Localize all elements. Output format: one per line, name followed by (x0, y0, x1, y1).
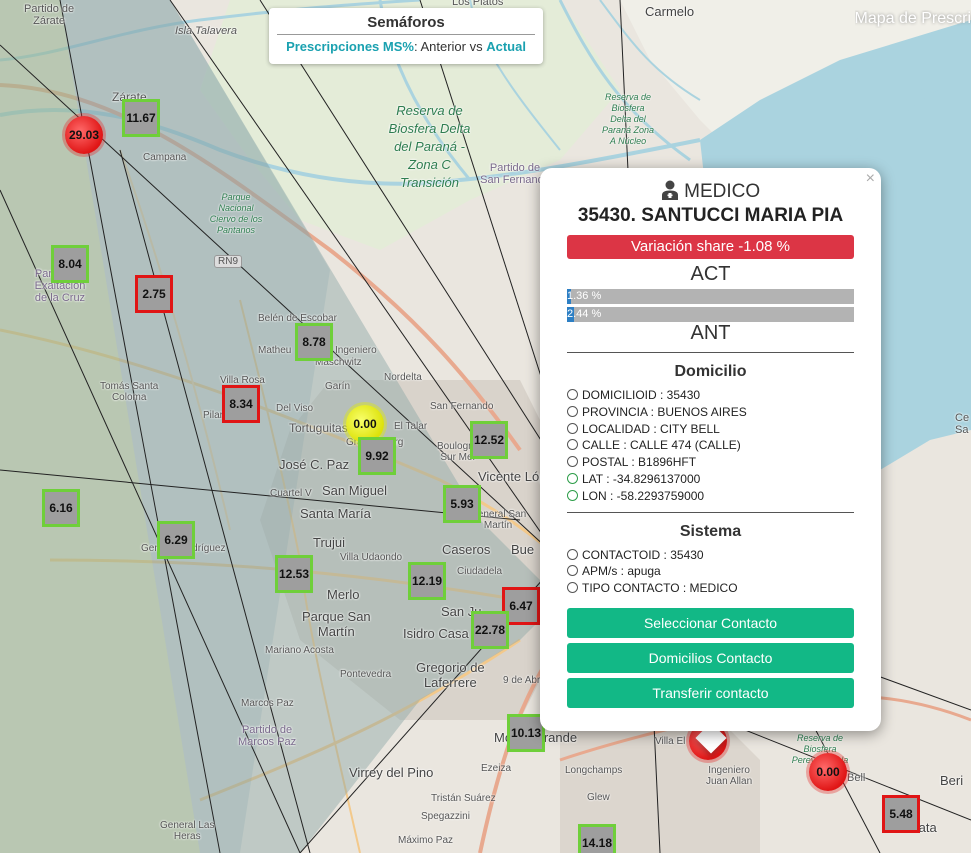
radio-icon[interactable] (567, 405, 578, 417)
sistema-item-text: CONTACTOID : 35430 (582, 547, 704, 562)
divider (567, 511, 854, 513)
sistema-item[interactable]: APM/s : apuga (567, 563, 854, 580)
map-marker[interactable]: 8.34 (222, 385, 260, 423)
map-marker[interactable]: 12.53 (275, 555, 313, 593)
variation-badge: Variación share -1.08 % (567, 235, 854, 259)
ant-label: ANT (690, 322, 731, 344)
map-marker[interactable]: 8.04 (51, 245, 89, 283)
legend-separator: : Anterior vs (413, 39, 487, 54)
sistema-list: CONTACTOID : 35430 APM/s : apuga TIPO CO… (567, 547, 854, 597)
popup-role-text: MEDICO (684, 181, 761, 202)
radio-icon[interactable] (567, 565, 578, 577)
divider (567, 352, 854, 353)
transfer-contact-button[interactable]: Transferir contacto (567, 677, 854, 708)
legend-current: Actual (486, 39, 526, 54)
domicilio-item-text: LOCALIDAD : CITY BELL (582, 421, 720, 436)
domicilio-item-text: DOMICILIOID : 35430 (582, 388, 701, 402)
legend-title: Semáforos (277, 14, 535, 35)
map-marker[interactable]: 12.52 (470, 421, 508, 459)
act-progress-bar: 1.36 % (567, 289, 854, 304)
map-marker[interactable]: 9.92 (358, 437, 396, 475)
radio-icon[interactable] (567, 422, 578, 434)
map-marker[interactable]: 2.75 (135, 275, 173, 313)
map-marker[interactable]: 12.19 (408, 562, 446, 600)
domicilio-item[interactable]: LOCALIDAD : CITY BELL (567, 421, 854, 438)
act-label: ACT (690, 263, 731, 285)
map-marker[interactable]: 5.48 (882, 795, 920, 833)
map-marker[interactable]: 29.03 (65, 116, 103, 154)
legend-metric: Prescripciones MS% (286, 39, 414, 54)
semaforos-legend: Semáforos Prescripciones MS%: Anterior v… (269, 8, 543, 64)
domicilio-item[interactable]: LAT : -34.8296137000 (567, 471, 854, 488)
act-progress-text: 1.36 % (567, 290, 602, 302)
domicilio-item-text: LON : -58.2293759000 (582, 488, 705, 503)
domicilio-title: Domicilio (674, 363, 747, 380)
radio-icon[interactable] (567, 456, 578, 468)
radio-icon[interactable] (567, 389, 578, 400)
domicilio-item-text: POSTAL : B1896HFT (582, 455, 697, 470)
domicilio-item-text: LAT : -34.8296137000 (582, 471, 701, 486)
domicilio-item-text: PROVINCIA : BUENOS AIRES (582, 404, 747, 419)
radio-icon[interactable] (567, 582, 578, 594)
sistema-item[interactable]: TIPO CONTACTO : MEDICO (567, 580, 854, 597)
map-marker[interactable]: 14.18 (578, 824, 616, 853)
map-marker[interactable]: 22.78 (471, 611, 509, 649)
map-marker[interactable]: 5.93 (443, 485, 481, 523)
map-title-overlay: Mapa de Prescri (854, 10, 971, 27)
ant-progress-text: 2.44 % (567, 308, 602, 320)
popup-role: MEDICO (567, 180, 854, 203)
sistema-item-text: APM/s : apuga (582, 564, 661, 579)
domicilio-item[interactable]: CALLE : CALLE 474 (CALLE) (567, 437, 854, 454)
doctor-icon (661, 180, 678, 200)
map-marker[interactable]: 6.29 (157, 521, 195, 559)
map-marker[interactable]: 6.16 (42, 489, 80, 527)
sistema-title: Sistema (679, 522, 742, 540)
ant-progress-bar: 2.44 % (567, 307, 854, 322)
map-marker[interactable]: 8.78 (295, 323, 333, 361)
radio-icon[interactable] (567, 439, 578, 451)
select-contact-button[interactable]: Seleccionar Contacto (567, 607, 854, 638)
domicilio-item[interactable]: LON : -58.2293759000 (567, 488, 854, 505)
contact-popup: × MEDICO 35430. SANTUCCI MARIA PIA Varia… (540, 168, 881, 731)
popup-contact-name: 35430. SANTUCCI MARIA PIA (577, 205, 844, 226)
domicilio-list: DOMICILIOID : 35430 PROVINCIA : BUENOS A… (567, 387, 854, 505)
map-marker[interactable]: 0.00 (809, 753, 847, 791)
domicilio-item-text: CALLE : CALLE 474 (CALLE) (582, 438, 741, 453)
radio-icon[interactable] (567, 472, 578, 484)
radio-icon[interactable] (567, 489, 578, 501)
radio-icon[interactable] (567, 548, 578, 560)
domicilio-item[interactable]: DOMICILIOID : 35430 (567, 387, 854, 404)
contact-addresses-button[interactable]: Domicilios Contacto (567, 642, 854, 673)
domicilio-item[interactable]: PROVINCIA : BUENOS AIRES (567, 404, 854, 421)
legend-description: Prescripciones MS%: Anterior vs Actual (277, 39, 535, 54)
domicilio-item[interactable]: POSTAL : B1896HFT (567, 454, 854, 471)
map-marker[interactable]: 11.67 (122, 99, 160, 137)
sistema-item[interactable]: CONTACTOID : 35430 (567, 547, 854, 564)
sistema-item-text: TIPO CONTACTO : MEDICO (582, 581, 738, 596)
close-icon[interactable]: × (866, 170, 875, 188)
